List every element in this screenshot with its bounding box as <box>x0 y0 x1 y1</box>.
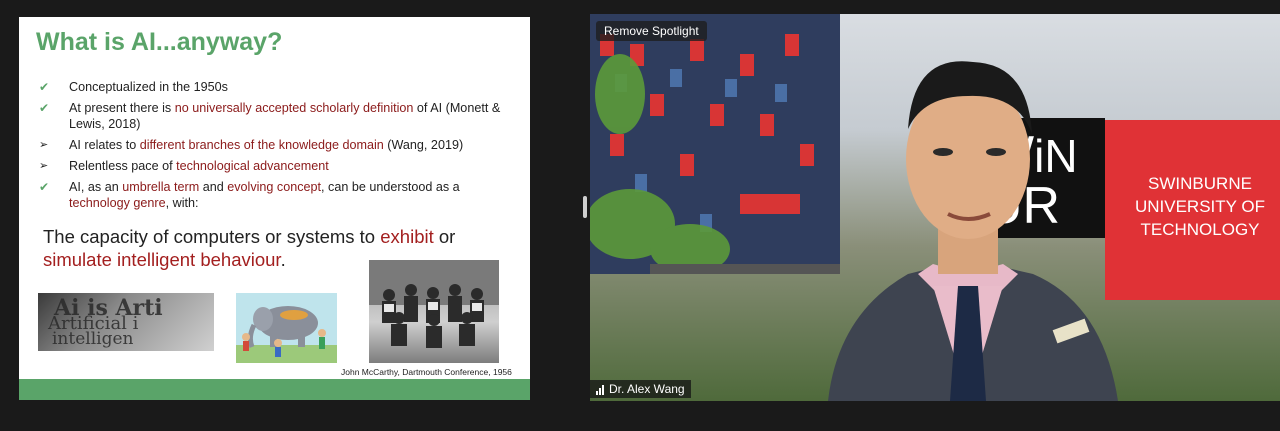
bullet-text: , with: <box>165 196 199 210</box>
check-bullet-icon: ✔ <box>39 180 50 194</box>
bullet-text: and <box>199 180 228 194</box>
bullet-text: Relentless pace of <box>69 159 177 173</box>
sign-text: SWINBURNE UNIVERSITY OF TECHNOLOGY <box>1134 174 1266 239</box>
bullet-highlight: different branches of the knowledge doma… <box>139 138 384 152</box>
dartmouth-conference-photo <box>369 260 499 363</box>
slide-footer-bar <box>19 379 530 400</box>
bullet-text: AI, as an <box>69 180 123 194</box>
resize-handle[interactable] <box>583 196 587 218</box>
participant-name: Dr. Alex Wang <box>609 382 685 396</box>
bullet-highlight: no universally accepted scholarly defini… <box>174 101 414 115</box>
bullet-item: ✔ AI, as an umbrella term and evolving co… <box>39 179 519 211</box>
elephant-illustration-icon <box>236 306 337 363</box>
presentation-slide: What is AI...anyway? ✔ Conceptualized in … <box>19 17 530 400</box>
bullet-text: Relentless pace of technological advance… <box>69 158 329 174</box>
bullet-item: ➢ Relentless pace of technological advanc… <box>39 158 519 174</box>
bullet-text: At present there is <box>69 101 175 115</box>
elephant-blind-men-illustration <box>236 293 337 363</box>
statement-text: or <box>433 226 456 247</box>
building-facade-icon <box>590 14 840 274</box>
signal-bars-icon <box>596 384 604 395</box>
building-background <box>590 14 840 274</box>
speaker-avatar <box>828 61 1118 401</box>
remove-spotlight-button[interactable]: Remove Spotlight <box>596 21 707 41</box>
statement-text: . <box>280 249 286 270</box>
bullet-text: , can be understood as a <box>321 180 460 194</box>
check-bullet-icon: ✔ <box>39 101 50 115</box>
bullet-item: ✔ Conceptualized in the 1950s <box>39 79 519 95</box>
check-bullet-icon: ✔ <box>39 80 50 94</box>
university-sign: SWINBURNE UNIVERSITY OF TECHNOLOGY <box>1105 120 1280 300</box>
bullet-text: (Wang, 2019) <box>383 138 464 152</box>
bullet-highlight: evolving concept <box>227 180 322 194</box>
statement-highlight: exhibit <box>380 226 434 247</box>
bullet-text: At present there is no universally accep… <box>69 100 519 132</box>
participant-name-tag: Dr. Alex Wang <box>590 380 691 398</box>
bullet-highlight: umbrella term <box>122 180 200 194</box>
statement-highlight: simulate intelligent behaviour <box>43 249 281 270</box>
bullet-text: AI relates to different branches of the … <box>69 137 463 153</box>
photo-caption: John McCarthy, Dartmouth Conference, 195… <box>341 367 512 377</box>
bullet-list: ✔ Conceptualized in the 1950s ✔ At present … <box>39 79 519 216</box>
bullet-text: AI, as an umbrella term and evolving con… <box>69 179 519 211</box>
arrow-bullet-icon: ➢ <box>39 160 49 172</box>
image-word: intelligen <box>52 329 134 349</box>
slide-title: What is AI...anyway? <box>36 28 283 56</box>
bullet-text: Conceptualized in the 1950s <box>69 79 228 95</box>
group-photo-icon <box>369 260 499 348</box>
bullet-text: AI relates to <box>69 138 140 152</box>
bullet-item: ➢ AI relates to different branches of the… <box>39 137 519 153</box>
participant-video[interactable]: WiNUR SWINBURNEUNIVERSITY OFTECHNOLOGY <box>590 14 1280 401</box>
bullet-text: Conceptualized in the 1950s <box>69 80 228 94</box>
bullet-highlight: technology genre <box>69 196 166 210</box>
ai-text-image: Ai is Arti Artificial i intelligen <box>38 293 214 351</box>
arrow-bullet-icon: ➢ <box>39 139 49 151</box>
bullet-item: ✔ At present there is no universally acce… <box>39 100 519 132</box>
statement-text: The capacity of computers or systems to <box>43 226 381 247</box>
bullet-highlight: technological advancement <box>176 159 329 173</box>
